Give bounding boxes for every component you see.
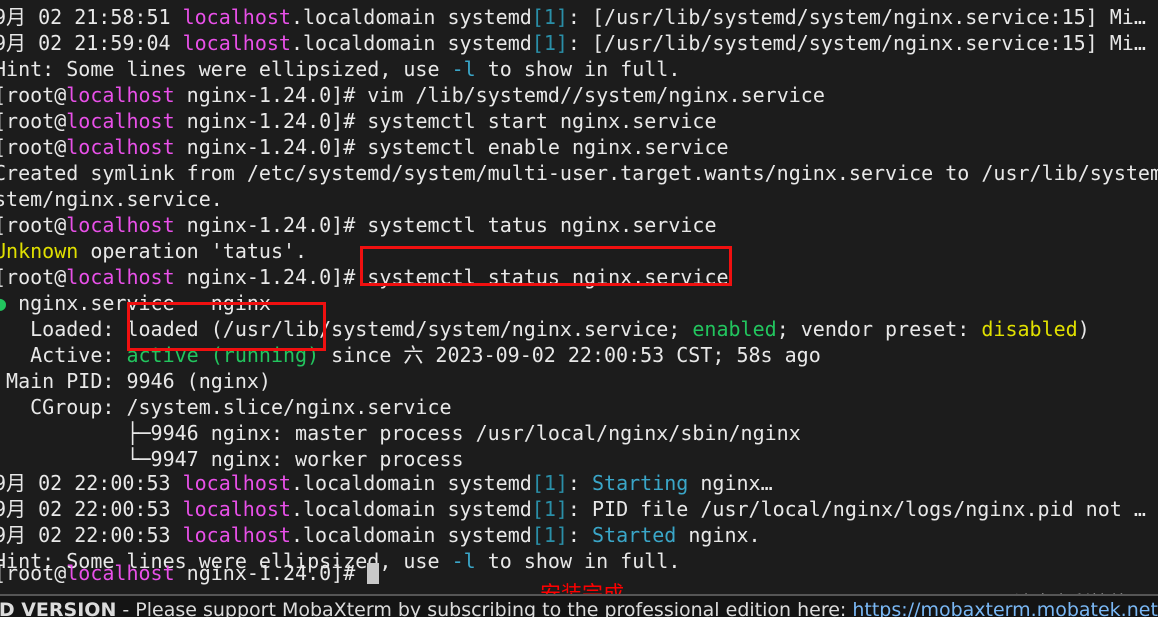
status-bar-link[interactable]: https://mobaxterm.mobatek.net [852, 599, 1158, 617]
status-bar-middle: - Please support MobaXterm by subscribin… [116, 599, 853, 617]
text-span: [1] [531, 5, 568, 29]
text-span: to show in full. [475, 549, 681, 573]
text-span: : [567, 471, 592, 495]
terminal-line-out-symlink-2: stem/nginx.service. [0, 186, 223, 212]
text-span: .localdomain systemd [290, 497, 532, 521]
text-span: ; vendor preset: [776, 317, 982, 341]
text-span: localhost [182, 5, 291, 29]
text-span: localhost [66, 109, 175, 133]
text-span: ) [1077, 317, 1090, 341]
text-span: localhost [66, 135, 175, 159]
text-span: nginx-1.24.0]# systemctl enable nginx.se… [174, 135, 729, 159]
text-span: 9月 02 22:00:53 [0, 523, 183, 547]
terminal-output-area[interactable]: 9月 02 21:58:51 localhost.localdomain sys… [0, 0, 1158, 594]
terminal-line-cmd-status: [root@localhost nginx-1.24.0]# systemctl… [0, 264, 729, 290]
text-span: localhost [66, 561, 175, 585]
text-span: enabled [692, 317, 777, 341]
text-span: since 六 2023-09-02 22:00:53 CST; 58s ago [319, 343, 821, 367]
text-span: : [/usr/lib/systemd/system/nginx.service… [567, 31, 1146, 55]
text-span: [1] [531, 31, 568, 55]
status-bar-text: UNREGISTERED VERSION - Please support Mo… [0, 599, 1158, 617]
terminal-line-svc-header: ● nginx.service - nginx [0, 290, 271, 316]
text-span: 9月 02 21:58:51 [0, 5, 183, 29]
text-span: : [567, 523, 592, 547]
text-span: nginx-1.24.0]# vim /lib/systemd//system/… [174, 83, 825, 107]
terminal-line-svc-loaded: Loaded: loaded (/usr/lib/systemd/system/… [0, 316, 1090, 342]
text-span: -l [451, 57, 476, 81]
text-span: Created symlink from /etc/systemd/system… [0, 161, 1158, 185]
text-span: localhost [66, 265, 175, 289]
terminal-line-cmd-vim: [root@localhost nginx-1.24.0]# vim /lib/… [0, 82, 825, 108]
text-span: localhost [66, 213, 175, 237]
text-span: Starting [592, 471, 689, 495]
terminal-line-out-unknown: Unknown operation 'tatus'. [0, 238, 307, 264]
text-span: Unknown [0, 239, 79, 263]
text-span: : PID file /usr/local/nginx/logs/nginx.p… [567, 497, 1146, 521]
terminal-prompt-line[interactable]: [root@localhost nginx-1.24.0]# [0, 560, 380, 586]
text-span: Active: [0, 343, 127, 367]
terminal-screenshot: 9月 02 21:58:51 localhost.localdomain sys… [0, 0, 1158, 617]
text-span: [1] [531, 497, 568, 521]
terminal-line-svc-proc-worker: └─9947 nginx: worker process [0, 446, 464, 472]
text-span: root@ [6, 83, 67, 107]
text-span: nginx.service - nginx [6, 291, 271, 315]
text-span: [1] [531, 523, 568, 547]
text-span: ├─9946 nginx: master process /usr/local/… [0, 421, 801, 445]
terminal-line-svc-cgroup: CGroup: /system.slice/nginx.service [0, 394, 452, 420]
terminal-line-svc-mainpid: Main PID: 9946 (nginx) [0, 368, 271, 394]
text-span: -l [451, 549, 476, 573]
text-span: root@ [6, 135, 67, 159]
terminal-line-cmd-start: [root@localhost nginx-1.24.0]# systemctl… [0, 108, 717, 134]
text-span: 9月 02 21:59:04 [0, 31, 183, 55]
status-bar-prefix: UNREGISTERED VERSION [0, 599, 117, 617]
terminal-line-log-started: 9月 02 22:00:53 localhost.localdomain sys… [0, 522, 761, 548]
text-span: Started [592, 523, 677, 547]
terminal-line-hint-1: Hint: Some lines were ellipsized, use -l… [0, 56, 680, 82]
text-span: .localdomain systemd [290, 471, 532, 495]
text-span: [1] [531, 471, 568, 495]
terminal-line-log-pidfile: 9月 02 22:00:53 localhost.localdomain sys… [0, 496, 1146, 522]
text-span: root@ [6, 561, 67, 585]
text-span: localhost [182, 471, 291, 495]
terminal-line-out-symlink-1: Created symlink from /etc/systemd/system… [0, 160, 1158, 186]
text-span: localhost [182, 31, 291, 55]
terminal-line-log-1: 9月 02 21:58:51 localhost.localdomain sys… [0, 4, 1146, 30]
terminal-line-cmd-tatus: [root@localhost nginx-1.24.0]# systemctl… [0, 212, 717, 238]
text-span: root@ [6, 109, 67, 133]
text-span: .localdomain systemd [290, 31, 532, 55]
text-span: └─9947 nginx: worker process [0, 447, 464, 471]
terminal-line-svc-proc-master: ├─9946 nginx: master process /usr/local/… [0, 420, 801, 446]
text-span: disabled [981, 317, 1078, 341]
text-span: CGroup: /system.slice/nginx.service [0, 395, 452, 419]
text-span: .localdomain systemd [290, 523, 532, 547]
text-span: 9月 02 22:00:53 [0, 497, 183, 521]
terminal-line-log-2: 9月 02 21:59:04 localhost.localdomain sys… [0, 30, 1146, 56]
terminal-line-svc-active: Active: active (running) since 六 2023-09… [0, 342, 821, 368]
text-span: nginx-1.24.0]# systemctl status nginx.se… [174, 265, 729, 289]
text-span: active (running) [126, 343, 320, 367]
terminal-line-cmd-enable: [root@localhost nginx-1.24.0]# systemctl… [0, 134, 729, 160]
text-span: root@ [6, 265, 67, 289]
text-span: localhost [182, 523, 291, 547]
text-span: operation 'tatus'. [78, 239, 308, 263]
text-span: stem/nginx.service. [0, 187, 223, 211]
mobaxterm-status-bar: UNREGISTERED VERSION - Please support Mo… [0, 594, 1158, 617]
text-span: 9月 02 22:00:53 [0, 471, 183, 495]
text-span: localhost [66, 83, 175, 107]
terminal-line-log-starting: 9月 02 22:00:53 localhost.localdomain sys… [0, 470, 773, 496]
text-span: Loaded: loaded (/usr/lib/systemd/system/… [0, 317, 693, 341]
terminal-cursor [367, 563, 380, 584]
text-span: .localdomain systemd [290, 5, 532, 29]
text-span: nginx… [688, 471, 773, 495]
text-span: localhost [182, 497, 291, 521]
text-span: to show in full. [475, 57, 681, 81]
text-span: nginx-1.24.0]# [174, 561, 368, 585]
text-span: Hint: Some lines were ellipsized, use [0, 57, 452, 81]
text-span: nginx. [676, 523, 761, 547]
text-span: : [/usr/lib/systemd/system/nginx.service… [567, 5, 1146, 29]
text-span: Main PID: 9946 (nginx) [0, 369, 271, 393]
text-span: nginx-1.24.0]# systemctl tatus nginx.ser… [174, 213, 717, 237]
text-span: root@ [6, 213, 67, 237]
text-span: nginx-1.24.0]# systemctl start nginx.ser… [174, 109, 717, 133]
